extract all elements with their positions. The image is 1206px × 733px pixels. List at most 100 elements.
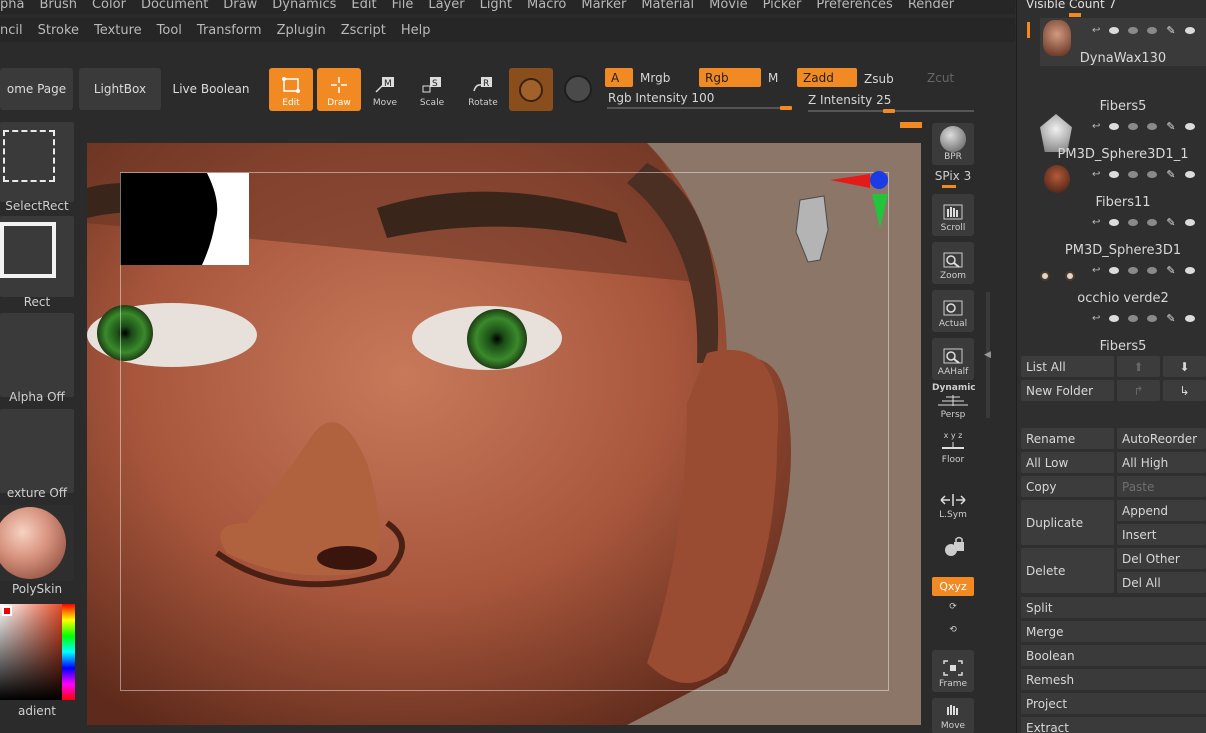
- new-folder-button[interactable]: New Folder: [1021, 380, 1114, 401]
- canvas-scroll-indicator[interactable]: [900, 122, 922, 128]
- m-button[interactable]: M: [762, 68, 792, 87]
- del-other-button[interactable]: Del Other: [1117, 548, 1206, 569]
- navigation-gizmo[interactable]: [786, 170, 896, 292]
- tool-strip-collapse-icon[interactable]: ◀: [984, 350, 992, 360]
- menu-preferences[interactable]: Preferences: [809, 0, 900, 12]
- bpr-button[interactable]: BPR: [932, 123, 974, 165]
- toggle-icon[interactable]: [1147, 123, 1158, 130]
- scroll-button[interactable]: Scroll: [932, 194, 974, 236]
- delete-button[interactable]: Delete: [1021, 548, 1114, 593]
- aahalf-button[interactable]: AAHalf: [932, 338, 974, 380]
- subtool-scroll-knob[interactable]: [1027, 22, 1030, 38]
- toggle-icon[interactable]: [1147, 267, 1158, 274]
- shading-sphere-icon[interactable]: [564, 75, 592, 103]
- arrow-icon[interactable]: ↩: [1092, 25, 1100, 36]
- actual-button[interactable]: Actual: [932, 290, 974, 332]
- menu-light[interactable]: Light: [473, 0, 520, 12]
- toggle-icon[interactable]: [1128, 123, 1139, 130]
- z-axis-ball[interactable]: [870, 171, 888, 189]
- del-all-button[interactable]: Del All: [1117, 572, 1206, 593]
- rotate-button[interactable]: R Rotate: [461, 68, 505, 111]
- menu-macro[interactable]: Macro: [520, 0, 574, 12]
- zcut-button[interactable]: Zcut: [921, 68, 961, 87]
- a-mode-button[interactable]: A: [605, 68, 633, 87]
- list-all-button[interactable]: List All: [1021, 356, 1114, 377]
- project-section[interactable]: Project: [1021, 693, 1206, 714]
- all-low-button[interactable]: All Low: [1021, 452, 1114, 473]
- hue-strip[interactable]: [62, 604, 75, 700]
- menu-layer[interactable]: Layer: [421, 0, 472, 12]
- arrow-icon[interactable]: ↩: [1092, 313, 1100, 324]
- menu-picker[interactable]: Picker: [756, 0, 810, 12]
- xyz-button[interactable]: Qxyz: [932, 577, 974, 596]
- brush-icon[interactable]: ✎: [1166, 312, 1175, 325]
- draw-button[interactable]: Draw: [317, 68, 361, 111]
- rect-tile[interactable]: [0, 216, 74, 297]
- toggle-icon[interactable]: [1128, 219, 1139, 226]
- toggle-icon[interactable]: [1128, 315, 1139, 322]
- toggle-icon[interactable]: [1128, 171, 1139, 178]
- toggle-icon[interactable]: [1128, 27, 1139, 34]
- remesh-section[interactable]: Remesh: [1021, 669, 1206, 690]
- menu-color[interactable]: Color: [85, 0, 134, 12]
- move-down-arrow-icon[interactable]: ⬇: [1163, 356, 1206, 377]
- toggle-icon[interactable]: [1147, 315, 1158, 322]
- folder-arrow-down-icon[interactable]: ↳: [1163, 380, 1206, 401]
- visibility-eye-icon[interactable]: [1184, 315, 1195, 322]
- toggle-icon[interactable]: [1147, 171, 1158, 178]
- visibility-eye-icon[interactable]: [1184, 219, 1195, 226]
- selectrect-tile[interactable]: [0, 122, 74, 202]
- menu-transform[interactable]: Transform: [190, 23, 270, 38]
- all-high-button[interactable]: All High: [1117, 452, 1206, 473]
- autoreorder-button[interactable]: AutoReorder: [1117, 428, 1206, 449]
- insert-button[interactable]: Insert: [1117, 524, 1206, 545]
- menu-texture[interactable]: Texture: [87, 23, 150, 38]
- toggle-icon[interactable]: [1109, 315, 1120, 322]
- toggle-icon[interactable]: [1109, 267, 1120, 274]
- lock-button[interactable]: [932, 535, 974, 561]
- edit-button[interactable]: Edit: [269, 68, 313, 111]
- rotate-z-icon[interactable]: ⟲: [932, 625, 974, 639]
- toggle-icon[interactable]: [1109, 27, 1120, 34]
- rotate-y-icon[interactable]: ⟳: [932, 602, 974, 616]
- menu-marker[interactable]: Marker: [574, 0, 634, 12]
- arrow-icon[interactable]: ↩: [1092, 121, 1100, 132]
- toggle-icon[interactable]: [1109, 219, 1120, 226]
- menu-draw[interactable]: Draw: [216, 0, 265, 12]
- move-up-arrow-icon[interactable]: ⬆: [1117, 356, 1160, 377]
- folder-arrow-icon[interactable]: ↱: [1117, 380, 1160, 401]
- zadd-button[interactable]: Zadd: [797, 68, 857, 87]
- toggle-icon[interactable]: [1109, 123, 1120, 130]
- brush-icon[interactable]: ✎: [1166, 120, 1175, 133]
- x-axis-cone[interactable]: [830, 174, 870, 188]
- boolean-section[interactable]: Boolean: [1021, 645, 1206, 666]
- split-section[interactable]: Split: [1021, 597, 1206, 618]
- visibility-eye-icon[interactable]: [1184, 267, 1195, 274]
- menu-help[interactable]: Help: [394, 23, 439, 38]
- visibility-eye-icon[interactable]: [1184, 171, 1195, 178]
- brush-icon[interactable]: ✎: [1166, 264, 1175, 277]
- menu-movie[interactable]: Movie: [702, 0, 755, 12]
- toggle-icon[interactable]: [1128, 267, 1139, 274]
- menu-alpha[interactable]: pha: [0, 0, 32, 12]
- append-button[interactable]: Append: [1117, 500, 1206, 521]
- menu-tool[interactable]: Tool: [150, 23, 190, 38]
- primary-color-swatch[interactable]: [2, 606, 12, 616]
- alpha-tile[interactable]: [0, 313, 74, 397]
- menu-zplugin[interactable]: Zplugin: [270, 23, 334, 38]
- move-view-button[interactable]: Move: [932, 698, 974, 733]
- duplicate-button[interactable]: Duplicate: [1021, 500, 1114, 545]
- rgb-intensity-knob[interactable]: [780, 106, 792, 110]
- menu-file[interactable]: File: [385, 0, 422, 12]
- merge-section[interactable]: Merge: [1021, 621, 1206, 642]
- material-tile[interactable]: [0, 505, 74, 581]
- zsub-button[interactable]: Zsub: [858, 69, 918, 88]
- toggle-icon[interactable]: [1109, 171, 1120, 178]
- move-button[interactable]: M Move: [363, 68, 407, 111]
- menu-material[interactable]: Material: [634, 0, 702, 12]
- arrow-icon[interactable]: ↩: [1092, 217, 1100, 228]
- persp-button[interactable]: Dynamic Persp: [932, 383, 976, 425]
- texture-tile[interactable]: [0, 409, 74, 493]
- lightbox-button[interactable]: LightBox: [79, 68, 161, 110]
- visible-count-slider[interactable]: [1069, 13, 1081, 17]
